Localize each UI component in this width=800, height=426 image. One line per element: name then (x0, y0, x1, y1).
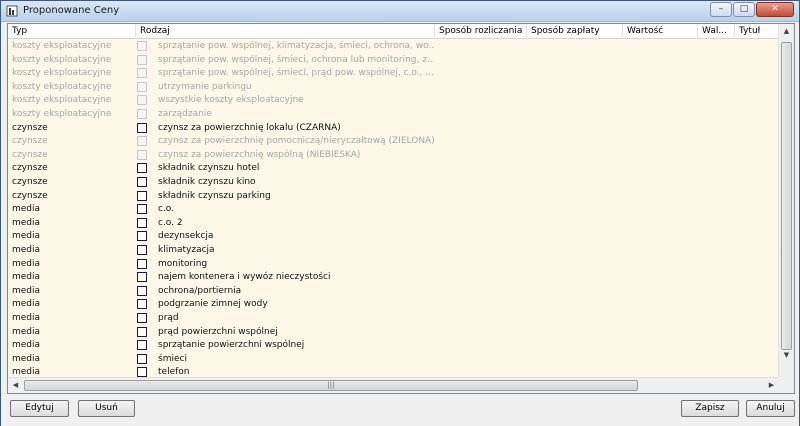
scrollbar-corner (778, 377, 794, 393)
row-checkbox[interactable] (137, 68, 147, 79)
row-checkbox[interactable] (137, 190, 147, 201)
column-header-waluta[interactable]: Wal... (698, 24, 735, 39)
row-checkbox[interactable] (137, 204, 147, 215)
column-header-typ[interactable]: Typ (8, 24, 136, 39)
row-checkbox[interactable] (137, 231, 147, 242)
row-checkbox[interactable] (137, 177, 147, 187)
row-checkbox[interactable] (137, 122, 147, 133)
column-header-rodzaj[interactable]: Rodzaj (136, 24, 435, 39)
window-title: Proponowane Ceny (23, 5, 120, 16)
row-checkbox[interactable] (137, 41, 147, 51)
row-checkbox[interactable] (137, 245, 147, 255)
cancel-button[interactable]: Anuluj (746, 400, 795, 417)
vertical-scroll-thumb[interactable] (781, 42, 792, 350)
row-checkbox[interactable] (137, 353, 147, 364)
grid-rows: koszty eksploatacyjne sprzątanie pow. wsp… (8, 39, 779, 379)
column-header-sposob-rozliczania[interactable]: Sposób rozliczania (435, 24, 527, 39)
column-header-wartosc[interactable]: Wartość (623, 24, 698, 39)
row-checkbox[interactable] (137, 54, 147, 65)
scroll-right-arrow-icon[interactable]: ▶ (764, 378, 779, 393)
row-checkbox[interactable] (137, 149, 147, 160)
row-checkbox[interactable] (137, 340, 147, 351)
prices-grid: Typ Rodzaj Sposób rozliczania Sposób zap… (7, 23, 795, 394)
scroll-left-arrow-icon[interactable]: ◀ (8, 378, 23, 393)
row-checkbox[interactable] (137, 217, 147, 228)
horizontal-scrollbar[interactable]: ◀ ||| ▶ (8, 377, 779, 393)
row-checkbox[interactable] (137, 272, 147, 283)
maximize-button[interactable]: □ (733, 2, 755, 17)
delete-button[interactable]: Usuń (78, 400, 135, 417)
row-checkbox[interactable] (137, 136, 147, 147)
row-checkbox[interactable] (137, 258, 147, 269)
button-bar: Edytuj Usuń Zapisz Anuluj (1, 396, 799, 426)
row-checkbox[interactable] (137, 313, 147, 323)
column-header-sposob-zaplaty[interactable]: Sposób zapłaty (527, 24, 623, 39)
row-checkbox[interactable] (137, 299, 147, 310)
vertical-scrollbar[interactable]: ▲ ▼ (778, 24, 794, 379)
column-header-tytul[interactable]: Tytuł (735, 24, 779, 39)
save-button[interactable]: Zapisz (681, 400, 739, 417)
row-checkbox[interactable] (137, 109, 147, 119)
horizontal-scroll-thumb[interactable]: ||| (24, 380, 638, 391)
app-icon (6, 5, 18, 17)
row-checkbox[interactable] (137, 367, 147, 378)
proponowane-ceny-window: Proponowane Ceny – □ ✕ Typ Rodzaj Sposób… (0, 0, 800, 426)
row-checkbox[interactable] (137, 163, 147, 174)
row-checkbox[interactable] (137, 81, 147, 92)
row-checkbox[interactable] (137, 285, 147, 296)
title-bar[interactable]: Proponowane Ceny – □ ✕ (1, 1, 799, 22)
row-checkbox[interactable] (137, 95, 147, 106)
grid-header: Typ Rodzaj Sposób rozliczania Sposób zap… (8, 24, 779, 39)
row-checkbox[interactable] (137, 326, 147, 337)
close-button[interactable]: ✕ (756, 2, 794, 17)
scroll-up-arrow-icon[interactable]: ▲ (779, 24, 794, 39)
edit-button[interactable]: Edytuj (10, 400, 69, 417)
scroll-down-arrow-icon[interactable]: ▼ (779, 348, 794, 363)
minimize-button[interactable]: – (710, 2, 732, 17)
